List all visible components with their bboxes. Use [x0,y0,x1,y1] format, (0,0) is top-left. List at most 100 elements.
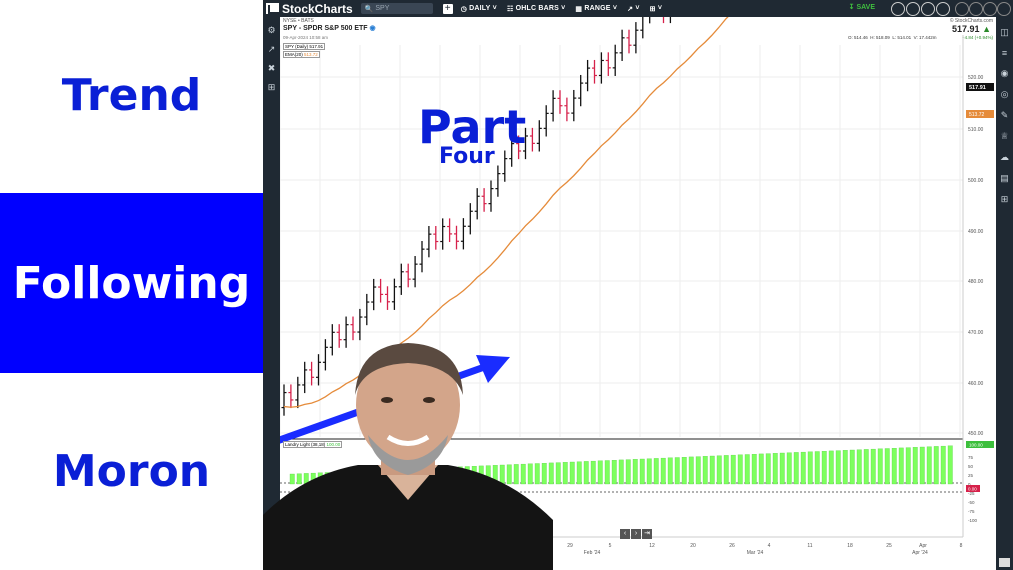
layout-dropdown[interactable]: ⊞ ˅ [650,5,663,13]
histogram-bar [583,461,589,485]
chart-line-icon[interactable]: ↗ [263,44,280,55]
settings-gear-icon[interactable]: ⚙ [263,25,280,36]
scroll-end-button[interactable]: ⇥ [642,529,652,539]
histogram-bar [828,450,834,485]
cloud-icon[interactable]: ☁ [996,152,1013,163]
settings-icon[interactable] [997,2,1011,16]
histogram-bar [884,448,890,485]
x-tick-label: 25 [886,543,892,549]
chart-style-dropdown[interactable]: ☷ OHLC BARS ˅ [507,5,565,13]
account-icon[interactable] [955,2,969,16]
bars-icon: ☷ [506,5,516,13]
x-month-label: Apr '24 [912,550,928,556]
sliders-icon[interactable]: ≡ [996,48,1013,58]
histogram-bar [807,451,813,485]
histogram-bar [835,450,841,485]
info-icon[interactable] [921,2,935,16]
histogram-bar [730,454,736,485]
histogram-bar [695,456,701,485]
scroll-left-button[interactable]: ‹ [620,529,630,539]
x-tick-label: 8 [960,543,963,549]
histogram-bar [863,449,869,485]
fullscreen-icon[interactable] [936,2,950,16]
histogram-bar [940,445,946,485]
histogram-bar [597,460,603,485]
histogram-bar [877,448,883,485]
binoculars-icon[interactable]: ◉ [996,68,1013,79]
right-tool-sidebar: ◫ ≡ ◉ ◎ ✎ ♕ ☁ ▤ ⊞ [996,17,1013,570]
histogram-bar [723,455,729,485]
histogram-bar [569,461,575,485]
y-tick-label: 450.00 [968,431,984,437]
histogram-bar [681,457,687,485]
line-chart-icon: ↗ [627,5,634,13]
ema-legend[interactable]: EMA(20) 513.72 [283,51,320,58]
histogram-bar [660,457,666,485]
histogram-bar [905,447,911,485]
presenter-photo [263,343,553,570]
histogram-bar [933,446,939,485]
histogram-bar [555,462,561,485]
annotate-icon[interactable] [891,2,905,16]
range-dropdown[interactable]: ▦ RANGE ˅ [575,5,617,13]
symbol-search-input[interactable]: 🔍 SPY [360,3,433,14]
chart-nav-buttons: ‹ › ⇥ [620,529,653,539]
histogram-bar [821,451,827,485]
lower-tick-label: 50 [968,464,974,469]
histogram-bar [842,450,848,485]
lower-badge-zero-text: 0.00 [968,487,977,492]
title-trend: Trend [61,69,202,121]
histogram-bar [632,459,638,485]
period-dropdown[interactable]: ◷ DAILY ˅ [461,5,497,13]
resize-corner[interactable] [999,558,1010,567]
indicator-dropdown[interactable]: ↗ ˅ [627,5,640,13]
trophy-icon[interactable]: ♕ [996,131,1013,142]
price-badge-text: 517.91 [969,85,986,91]
histogram-bar [646,458,652,485]
histogram-bar [751,454,757,485]
lower-tick-label: -50 [968,500,975,505]
histogram-bar [898,447,904,485]
brand-logo[interactable]: StockCharts [266,2,353,16]
histogram-bar [674,457,680,485]
x-month-label: Feb '24 [584,550,601,556]
menu-icon[interactable] [969,2,983,16]
y-tick-label: 500.00 [968,178,984,184]
pen-icon[interactable]: ✎ [996,110,1013,121]
price-legend[interactable]: SPY (Daily) 517.91 [283,43,326,50]
y-tick-label: 460.00 [968,381,984,387]
histogram-bar [688,456,694,485]
ema-badge-text: 513.72 [969,112,985,118]
save-button[interactable]: ↧ SAVE [849,3,875,11]
help-icon[interactable] [983,2,997,16]
histogram-bar [926,446,932,485]
apps-icon[interactable]: ⊞ [996,194,1013,205]
save-label: SAVE [856,4,875,11]
brand-name: StockCharts [282,1,353,16]
scroll-right-button[interactable]: › [631,529,641,539]
histogram-bar [947,445,953,485]
range-label: RANGE [584,5,611,12]
x-tick-label: 5 [609,543,612,549]
globe-icon[interactable]: ◎ [996,89,1013,100]
histogram-bar [744,454,750,485]
y-tick-label: 480.00 [968,279,984,285]
chart-style-label: OHLC BARS [515,5,559,12]
histogram-bar [849,449,855,485]
title-moron: Moron [52,446,211,497]
histogram-bar [576,461,582,485]
lower-tick-label: -75 [968,509,975,514]
add-button[interactable]: + [442,3,453,14]
crosshair-icon[interactable] [906,2,920,16]
lower-tick-label: 25 [968,473,974,478]
document-icon[interactable]: ▤ [996,173,1013,184]
histogram-bar [653,458,659,485]
y-tick-label: 520.00 [968,75,984,81]
calendar-icon: ▦ [575,5,585,13]
histogram-bar [667,457,673,485]
chat-icon[interactable]: ◫ [996,27,1013,38]
grid-layout-icon[interactable]: ⊞ [263,82,280,93]
top-toolbar: StockCharts 🔍 SPY + ◷ DAILY ˅ ☷ OHLC BAR… [263,0,1013,17]
histogram-bar [604,460,610,485]
tools-icon[interactable]: ✖ [263,63,280,74]
